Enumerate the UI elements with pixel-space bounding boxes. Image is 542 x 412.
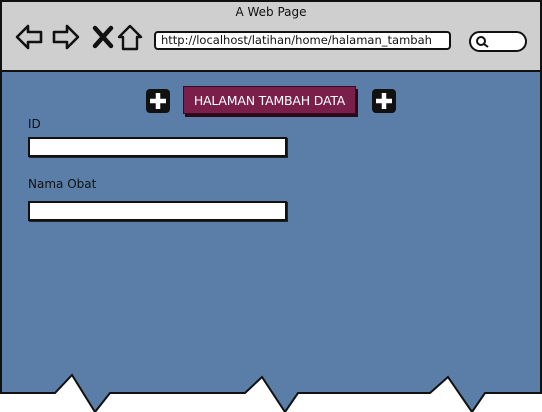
id-label: ID bbox=[28, 117, 41, 131]
add-right-button[interactable] bbox=[371, 88, 397, 114]
forward-arrow-icon[interactable] bbox=[51, 22, 81, 52]
address-bar[interactable]: http://localhost/latihan/home/halaman_ta… bbox=[154, 31, 451, 50]
id-input[interactable] bbox=[28, 137, 287, 157]
add-left-button[interactable] bbox=[145, 88, 171, 114]
home-icon[interactable] bbox=[116, 22, 146, 52]
page-canvas bbox=[0, 70, 542, 412]
close-icon[interactable] bbox=[88, 22, 118, 52]
search-icon bbox=[476, 36, 489, 48]
nama-obat-label: Nama Obat bbox=[28, 177, 97, 191]
search-field[interactable] bbox=[469, 31, 527, 52]
back-arrow-icon[interactable] bbox=[14, 22, 44, 52]
nama-obat-input[interactable] bbox=[28, 201, 287, 221]
window-title: A Web Page bbox=[235, 5, 307, 19]
browser-window: A Web Page http://localhost/latihan/home… bbox=[0, 0, 542, 412]
page-title-button[interactable]: HALAMAN TAMBAH DATA bbox=[183, 86, 356, 114]
